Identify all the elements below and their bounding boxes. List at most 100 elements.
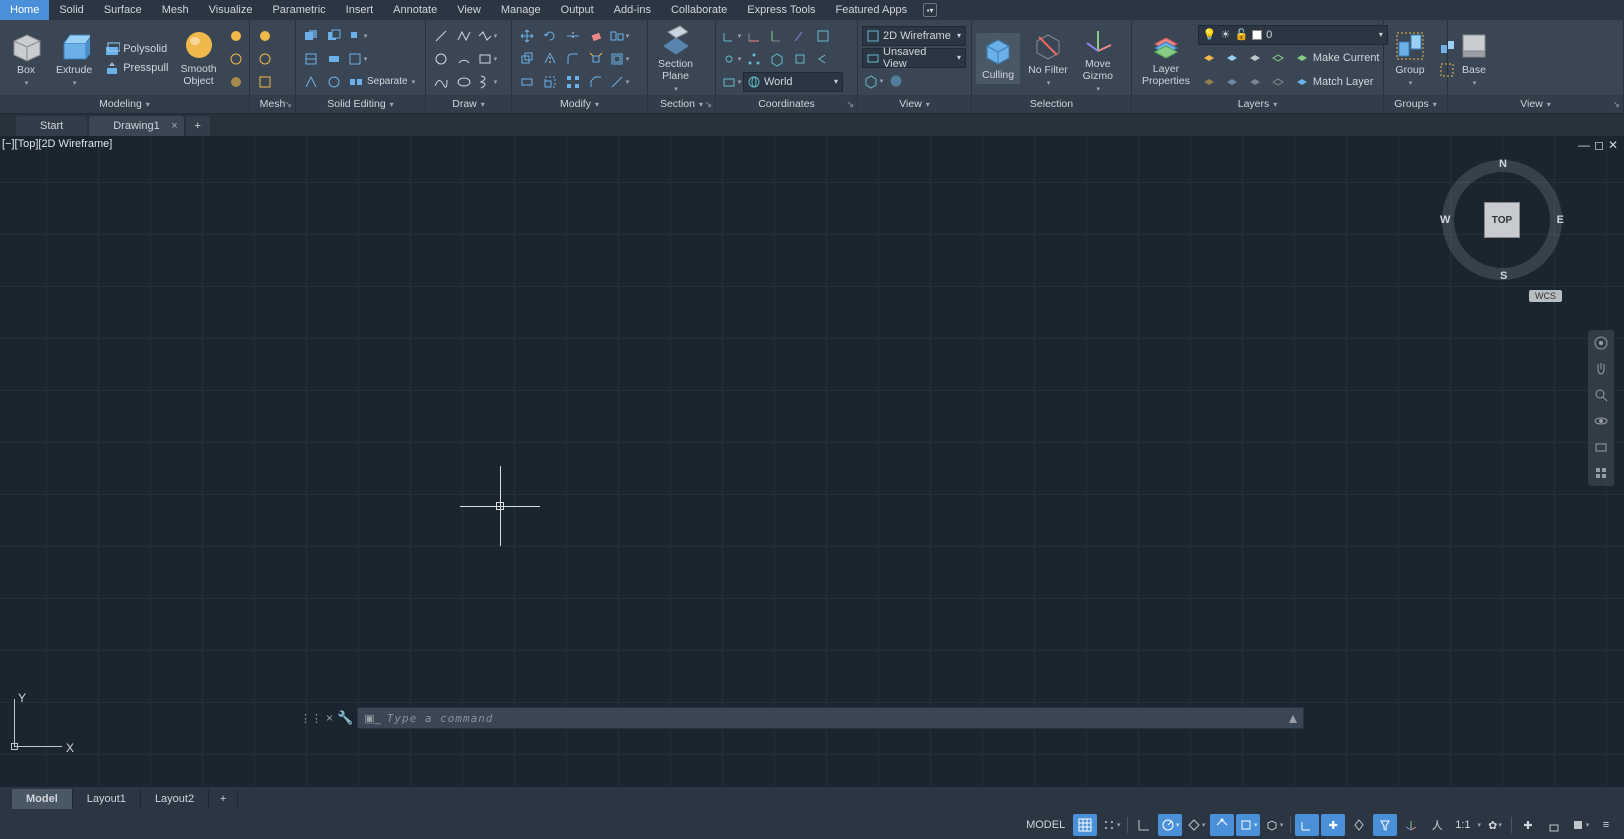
command-history-icon[interactable]: ▴	[1289, 708, 1297, 728]
isolate-objects-icon[interactable]: ▾	[1568, 814, 1592, 836]
make-current-button[interactable]: Make Current	[1290, 49, 1384, 67]
selection-filter-toggle[interactable]	[1373, 814, 1397, 836]
polysolid-button[interactable]: Polysolid	[100, 40, 172, 58]
ribbon-toggle-button[interactable]: ▪▾	[923, 3, 937, 17]
close-tab-icon[interactable]: ×	[171, 120, 177, 132]
base-button[interactable]: Base ▾	[1452, 28, 1496, 90]
current-layer-combo[interactable]: 💡 ☀ 🔓 0▾	[1198, 25, 1388, 45]
section-plane-button[interactable]: Section Plane ▾	[652, 22, 699, 95]
view-panel-title[interactable]: View▾	[858, 95, 971, 113]
command-line-close-icon[interactable]: ×	[326, 711, 333, 725]
menu-home[interactable]: Home	[0, 0, 49, 20]
extract-edges-icon[interactable]	[300, 71, 322, 93]
ui-lock-icon[interactable]	[1542, 814, 1566, 836]
annotation-visibility-toggle[interactable]: 人	[1425, 814, 1449, 836]
start-tab[interactable]: Start	[16, 116, 87, 136]
menu-manage[interactable]: Manage	[491, 0, 551, 20]
match-layer-button[interactable]: Match Layer	[1290, 73, 1378, 91]
presspull-button[interactable]: Presspull	[100, 59, 172, 77]
layers-panel-title[interactable]: Layers▾	[1132, 95, 1383, 113]
layout2-tab[interactable]: Layout2	[141, 789, 209, 809]
erase-icon[interactable]	[585, 25, 607, 47]
modeling-panel-title[interactable]: Modeling▾	[0, 95, 249, 113]
mesh-more-smooth-icon[interactable]	[254, 25, 276, 47]
intersect-icon[interactable]: ▾	[346, 25, 368, 47]
ucs-y-icon[interactable]	[766, 25, 788, 47]
layout1-tab[interactable]: Layout1	[73, 789, 141, 809]
ucs-icon[interactable]: ▾	[720, 25, 742, 47]
add-layout-button[interactable]: +	[209, 789, 238, 809]
3dpolyline-icon[interactable]: ▾	[476, 25, 498, 47]
array-icon[interactable]	[562, 71, 584, 93]
view-cube[interactable]: TOP N S E W	[1442, 160, 1562, 280]
smooth-object-button[interactable]: Smooth Object	[174, 27, 222, 89]
dynamic-ucs-toggle[interactable]	[1295, 814, 1319, 836]
ucs-view-icon[interactable]	[812, 25, 834, 47]
separate-button[interactable]: Separate▾	[346, 71, 417, 93]
layer-properties-button[interactable]: Layer Properties	[1136, 27, 1196, 89]
view-iso-icon[interactable]: ▾	[862, 70, 884, 92]
menu-parametric[interactable]: Parametric	[262, 0, 335, 20]
ucs-3point-icon[interactable]	[743, 48, 765, 70]
no-filter-button[interactable]: No Filter ▾	[1022, 28, 1074, 90]
spline-icon[interactable]	[430, 71, 452, 93]
menu-addins[interactable]: Add-ins	[604, 0, 661, 20]
scale-icon[interactable]	[539, 71, 561, 93]
viewport-close-icon[interactable]: ✕	[1608, 138, 1618, 152]
layer-uniso-icon[interactable]	[1267, 71, 1289, 93]
coordinates-panel-title[interactable]: Coordinates↘	[716, 95, 857, 113]
mirror-icon[interactable]	[539, 48, 561, 70]
3d-osnap-toggle[interactable]: ▾	[1236, 814, 1260, 836]
groups-panel-title[interactable]: Groups▾	[1384, 95, 1447, 113]
draw-panel-title[interactable]: Draw▾	[426, 95, 511, 113]
selection-panel-title[interactable]: Selection	[972, 95, 1131, 113]
sweep-icon[interactable]	[225, 48, 247, 70]
selection-cycling-toggle[interactable]	[1347, 814, 1371, 836]
command-line-customize-icon[interactable]: 🔧	[337, 710, 353, 726]
layer-iso-icon[interactable]	[1267, 47, 1289, 69]
drawing-tab[interactable]: Drawing1×	[89, 116, 183, 136]
move-icon[interactable]	[516, 25, 538, 47]
gizmo-toggle[interactable]	[1399, 814, 1423, 836]
align-icon[interactable]: ▾	[608, 25, 630, 47]
rotate-icon[interactable]	[539, 25, 561, 47]
menu-solid[interactable]: Solid	[49, 0, 93, 20]
move-gizmo-button[interactable]: Move Gizmo ▾	[1076, 22, 1120, 95]
menu-mesh[interactable]: Mesh	[152, 0, 199, 20]
ucs-origin-icon[interactable]: ▾	[720, 48, 742, 70]
ucs-x-icon[interactable]	[743, 25, 765, 47]
layer-off-icon[interactable]	[1198, 47, 1220, 69]
nav-settings-icon[interactable]	[1592, 464, 1610, 482]
new-tab-button[interactable]: +	[186, 116, 210, 136]
osnap-toggle[interactable]	[1210, 814, 1234, 836]
visual-style-combo[interactable]: 2D Wireframe▾	[862, 26, 966, 46]
menu-annotate[interactable]: Annotate	[383, 0, 447, 20]
circle-icon[interactable]	[430, 48, 452, 70]
nav-pan-icon[interactable]	[1592, 360, 1610, 378]
slice-icon[interactable]	[300, 48, 322, 70]
layer-freeze-icon[interactable]	[1221, 47, 1243, 69]
ucs-face-icon[interactable]	[766, 48, 788, 70]
nav-wheel-icon[interactable]	[1592, 334, 1610, 352]
nav-orbit-icon[interactable]	[1592, 412, 1610, 430]
snap-mode-toggle[interactable]: ▾	[1099, 814, 1123, 836]
ortho-toggle[interactable]	[1132, 814, 1156, 836]
mesh-less-smooth-icon[interactable]	[254, 48, 276, 70]
modify-panel-title[interactable]: Modify▾	[512, 95, 647, 113]
named-view-combo[interactable]: Unsaved View▾	[862, 48, 966, 68]
rectangle-icon[interactable]: ▾	[476, 48, 498, 70]
polyline-icon[interactable]	[453, 25, 475, 47]
ucs-object-icon[interactable]	[789, 48, 811, 70]
polar-tracking-toggle[interactable]: ▾	[1158, 814, 1182, 836]
arc-icon[interactable]	[453, 48, 475, 70]
subtract-icon[interactable]	[323, 25, 345, 47]
menu-express-tools[interactable]: Express Tools	[737, 0, 825, 20]
loft-icon[interactable]	[225, 71, 247, 93]
union-icon[interactable]	[300, 25, 322, 47]
mesh-panel-title[interactable]: Mesh↘	[250, 95, 295, 113]
menu-insert[interactable]: Insert	[336, 0, 384, 20]
offset-edge-icon[interactable]	[323, 71, 345, 93]
chamfer-icon[interactable]	[585, 71, 607, 93]
layer-thaw-icon[interactable]	[1221, 71, 1243, 93]
extrude-button[interactable]: Extrude ▾	[50, 28, 98, 90]
